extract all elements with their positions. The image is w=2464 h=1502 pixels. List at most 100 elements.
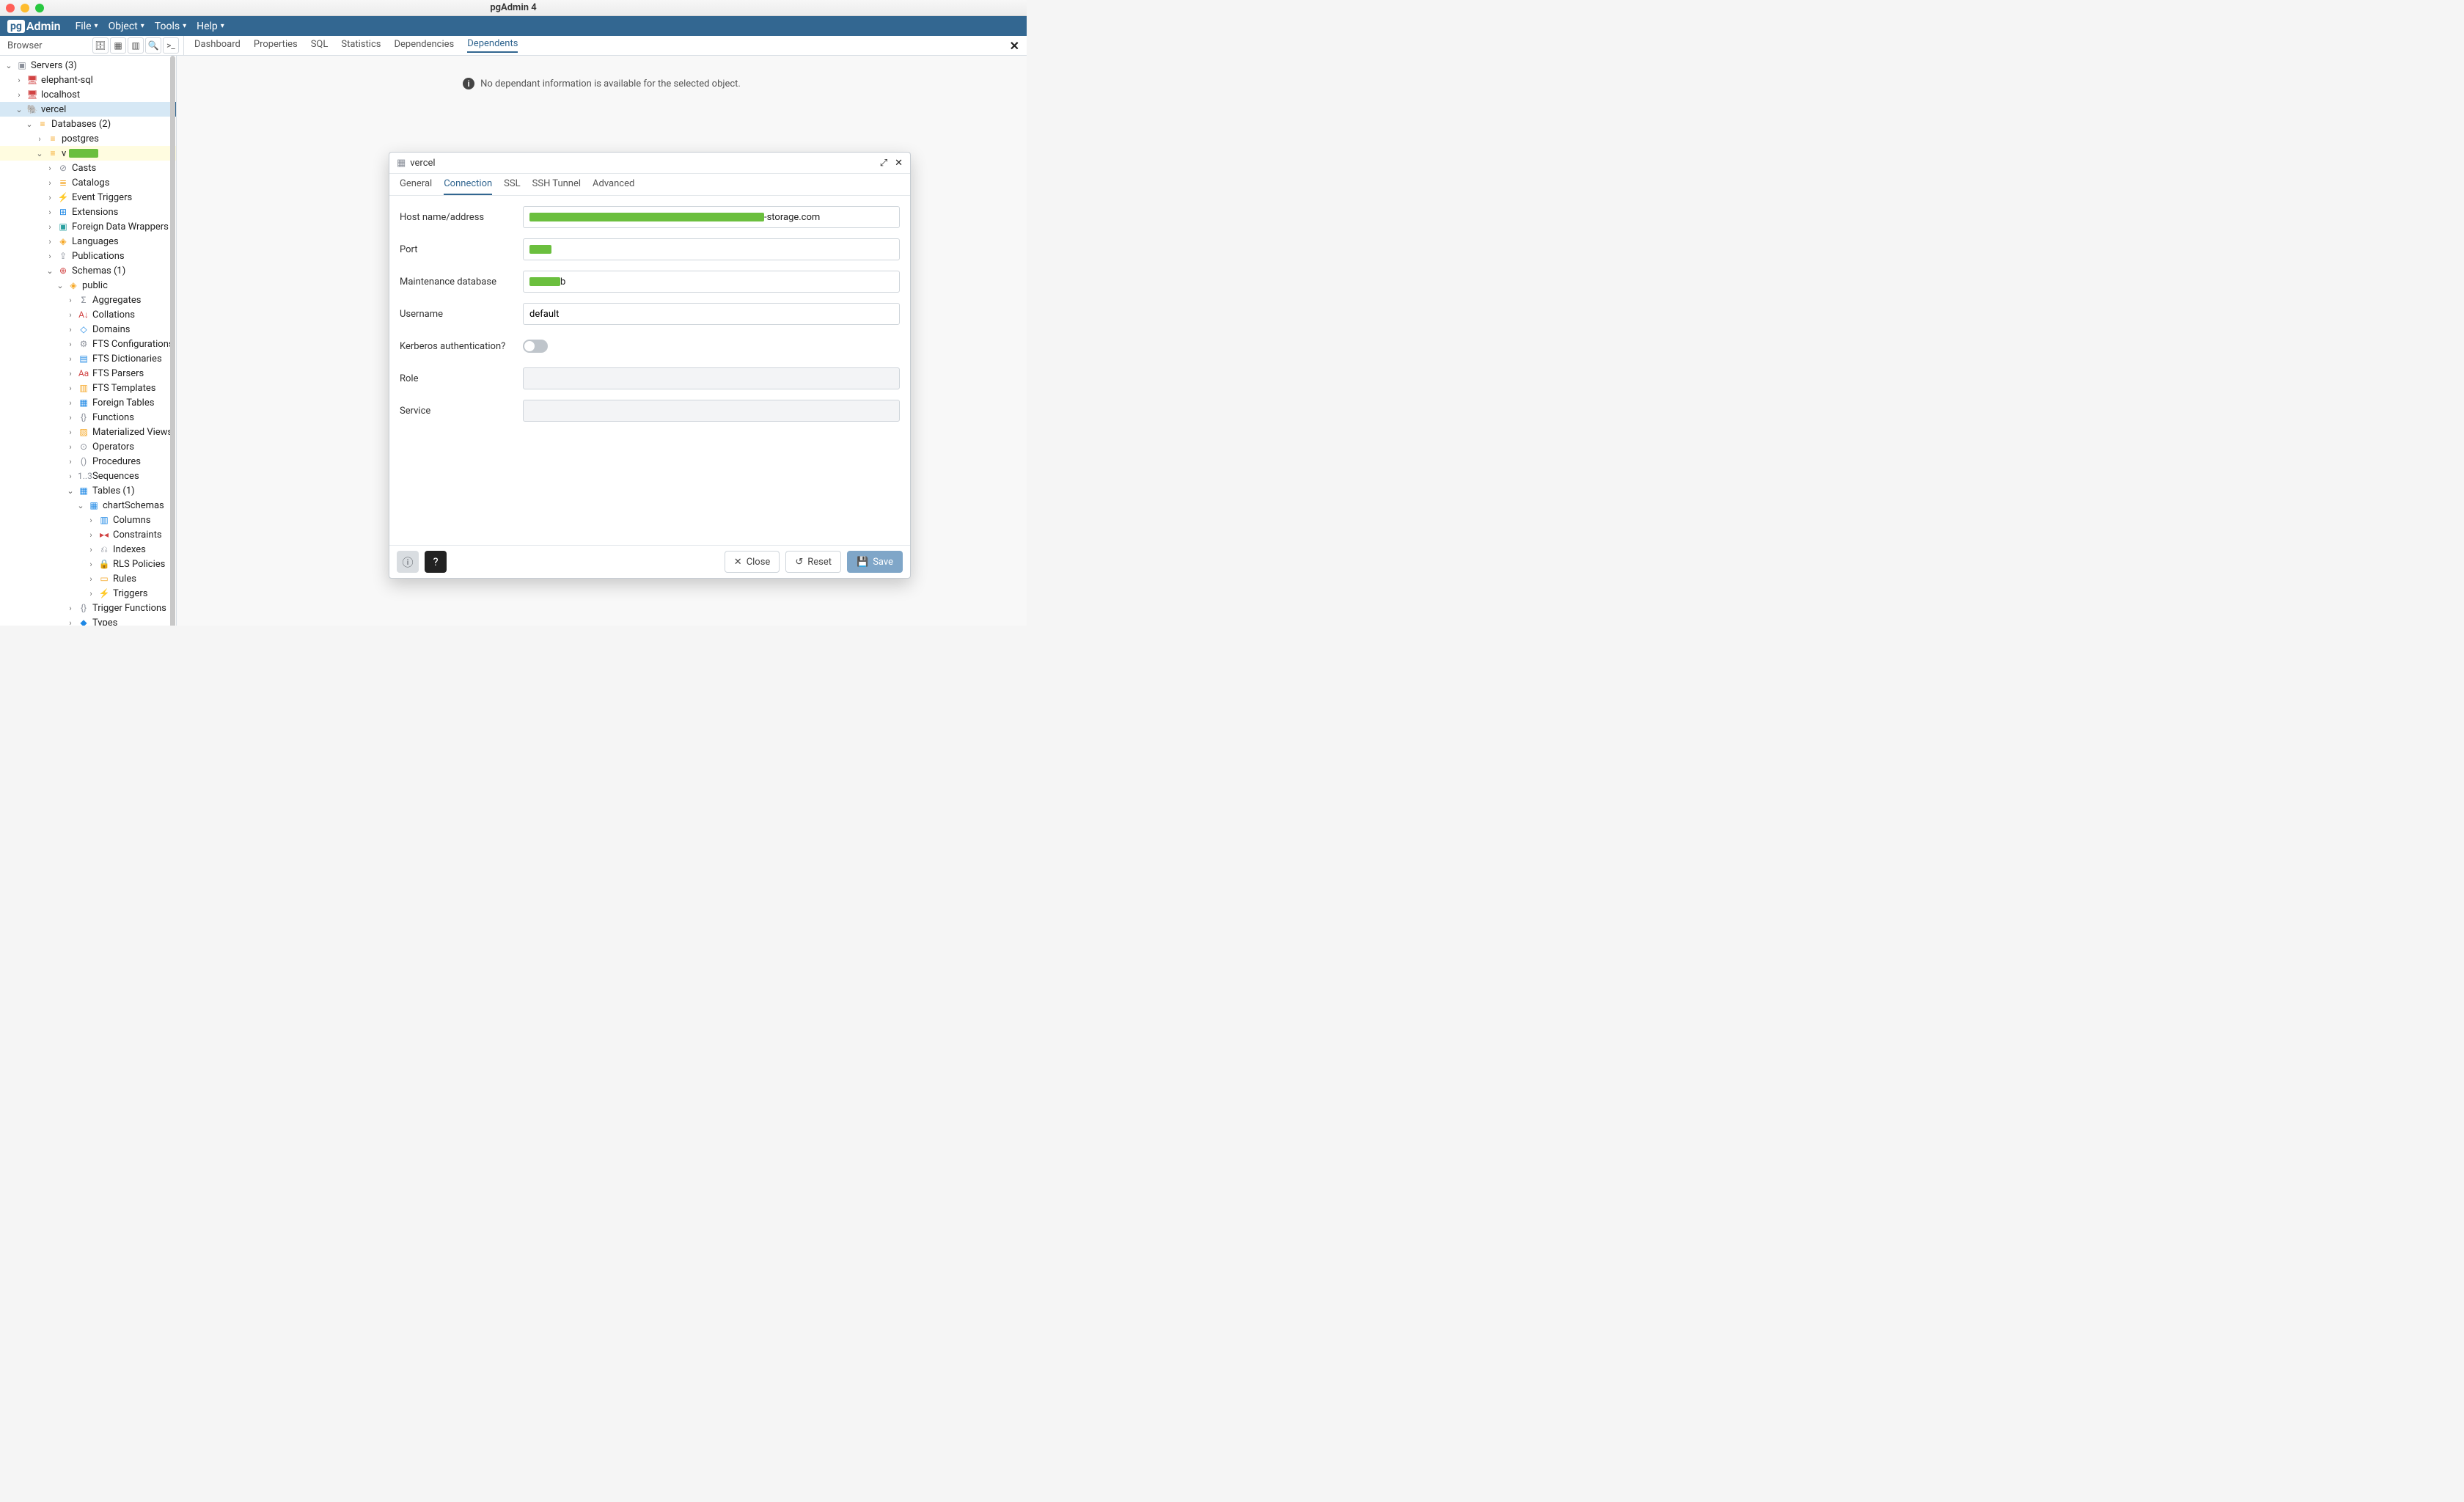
tree-toggle-icon[interactable]: ⌄ [35, 149, 44, 158]
tree-item[interactable]: ›🖥localhost [0, 87, 176, 102]
tree-toggle-icon[interactable]: ⌄ [76, 501, 85, 510]
tree-item[interactable]: ›A↓Collations [0, 307, 176, 322]
sidebar-scrollbar[interactable] [169, 56, 176, 626]
tree-toggle-icon[interactable]: › [87, 560, 95, 569]
tree-toggle-icon[interactable]: ⌄ [45, 266, 54, 276]
tree-item[interactable]: ⌄▣Servers (3) [0, 58, 176, 73]
tab-sql[interactable]: SQL [311, 39, 329, 52]
menu-object[interactable]: Object▾ [109, 21, 144, 32]
tab-statistics[interactable]: Statistics [341, 39, 381, 52]
dialog-help-button[interactable]: ? [425, 551, 447, 573]
tree-toggle-icon[interactable]: › [66, 457, 75, 466]
tab-dependents[interactable]: Dependents [467, 38, 518, 53]
tree-item[interactable]: ›⚡Triggers [0, 586, 176, 601]
tree-item[interactable]: ›⚡Event Triggers [0, 190, 176, 205]
tree-item[interactable]: ⌄≡Databases (2) [0, 117, 176, 131]
tree-item[interactable]: ›🔒RLS Policies [0, 557, 176, 571]
tree-item[interactable]: ›⊙Operators [0, 439, 176, 454]
tree-toggle-icon[interactable]: › [87, 530, 95, 540]
close-tab-icon[interactable]: ✕ [1010, 39, 1019, 53]
tree-toggle-icon[interactable]: ⌄ [25, 120, 34, 129]
tree-item[interactable]: ⌄▦chartSchemas [0, 498, 176, 513]
tree-item[interactable]: ›1..3Sequences [0, 469, 176, 483]
tree-toggle-icon[interactable]: › [66, 398, 75, 408]
tree-toggle-icon[interactable]: › [66, 472, 75, 481]
tree-toggle-icon[interactable]: › [45, 208, 54, 217]
tree-item[interactable]: ›▥FTS Templates [0, 381, 176, 395]
tree-item[interactable]: ⌄◈public [0, 278, 176, 293]
tree-toggle-icon[interactable]: ⌄ [15, 105, 23, 114]
tree-toggle-icon[interactable]: ⌄ [66, 486, 75, 496]
menu-tools[interactable]: Tools▾ [155, 21, 186, 32]
tab-dependencies[interactable]: Dependencies [394, 39, 454, 52]
tree-item[interactable]: ›▥Columns [0, 513, 176, 527]
tree-toggle-icon[interactable]: › [66, 618, 75, 626]
dialog-tab-advanced[interactable]: Advanced [593, 178, 634, 195]
tree-item[interactable]: ›◈Languages [0, 234, 176, 249]
tree-toggle-icon[interactable]: › [66, 413, 75, 422]
close-dialog-icon[interactable]: ✕ [895, 158, 903, 169]
tree-toggle-icon[interactable]: › [66, 340, 75, 349]
tree-item[interactable]: ›◆Types [0, 615, 176, 626]
tree-toggle-icon[interactable]: › [45, 237, 54, 246]
tree-item[interactable]: ›▦Foreign Tables [0, 395, 176, 410]
tree-item[interactable]: ›⚙FTS Configurations [0, 337, 176, 351]
tree-toggle-icon[interactable]: › [87, 545, 95, 554]
dialog-tab-ssh-tunnel[interactable]: SSH Tunnel [532, 178, 581, 195]
toggle-kerberos[interactable] [523, 340, 548, 353]
input-service[interactable] [523, 400, 900, 422]
tree-toggle-icon[interactable]: › [87, 589, 95, 598]
tree-toggle-icon[interactable]: › [66, 310, 75, 320]
tree-item[interactable]: ⌄▦Tables (1) [0, 483, 176, 498]
tree-toggle-icon[interactable]: › [66, 428, 75, 437]
reset-button[interactable]: ↺Reset [785, 551, 841, 573]
save-button[interactable]: 💾Save [847, 551, 903, 573]
input-port[interactable] [523, 238, 900, 260]
tree-item[interactable]: ›◇Domains [0, 322, 176, 337]
tree-item[interactable]: ›AaFTS Parsers [0, 366, 176, 381]
tree-toggle-icon[interactable]: › [15, 76, 23, 85]
tree-item[interactable]: ›▨Materialized Views [0, 425, 176, 439]
tree-item[interactable]: ›{}Functions [0, 410, 176, 425]
tree-item[interactable]: ›▣Foreign Data Wrappers [0, 219, 176, 234]
tree-toggle-icon[interactable]: ⌄ [56, 281, 65, 290]
tree-toggle-icon[interactable]: › [66, 354, 75, 364]
tree-item[interactable]: ›▸◂Constraints [0, 527, 176, 542]
tree-toggle-icon[interactable]: › [66, 369, 75, 378]
tree-item[interactable]: ›ΣAggregates [0, 293, 176, 307]
tree-toggle-icon[interactable]: › [45, 164, 54, 173]
tree-toggle-icon[interactable]: › [45, 222, 54, 232]
tree-toggle-icon[interactable]: › [35, 134, 44, 144]
tab-properties[interactable]: Properties [254, 39, 298, 52]
grid-icon[interactable]: ▦ [110, 37, 126, 54]
db-icon[interactable]: 🗄 [92, 37, 109, 54]
tree-item[interactable]: ›⊘Casts [0, 161, 176, 175]
input-username[interactable] [523, 303, 900, 325]
expand-icon[interactable]: ⤢ [880, 158, 887, 169]
tree-toggle-icon[interactable]: › [45, 193, 54, 202]
tree-toggle-icon[interactable]: ⌄ [4, 61, 13, 70]
tree-item[interactable]: ›≣Catalogs [0, 175, 176, 190]
menu-file[interactable]: File▾ [76, 21, 98, 32]
input-host[interactable]: -storage.com [523, 206, 900, 228]
tree-toggle-icon[interactable]: › [66, 442, 75, 452]
tree-item[interactable]: ›🖥elephant-sql [0, 73, 176, 87]
dialog-tab-ssl[interactable]: SSL [504, 178, 520, 195]
dialog-tab-connection[interactable]: Connection [444, 178, 492, 195]
tree-toggle-icon[interactable]: › [87, 516, 95, 525]
tree-item[interactable]: ›()Procedures [0, 454, 176, 469]
tab-dashboard[interactable]: Dashboard [194, 39, 241, 52]
tree-item[interactable]: ⌄🐘vercel [0, 102, 176, 117]
tree-item[interactable]: ›{}Trigger Functions [0, 601, 176, 615]
tree-toggle-icon[interactable]: › [66, 296, 75, 305]
search-icon[interactable]: 🔍 [145, 37, 161, 54]
tree-item[interactable]: ⌄≡v [0, 146, 176, 161]
dialog-tab-general[interactable]: General [400, 178, 432, 195]
close-button[interactable]: ✕Close [725, 551, 780, 573]
tree-toggle-icon[interactable]: › [45, 178, 54, 188]
tree-toggle-icon[interactable]: › [45, 252, 54, 261]
terminal-icon[interactable]: >_ [163, 37, 179, 54]
tree-item[interactable]: ›⊞Extensions [0, 205, 176, 219]
tree-toggle-icon[interactable]: › [66, 325, 75, 334]
filter-icon[interactable]: ▥ [128, 37, 144, 54]
